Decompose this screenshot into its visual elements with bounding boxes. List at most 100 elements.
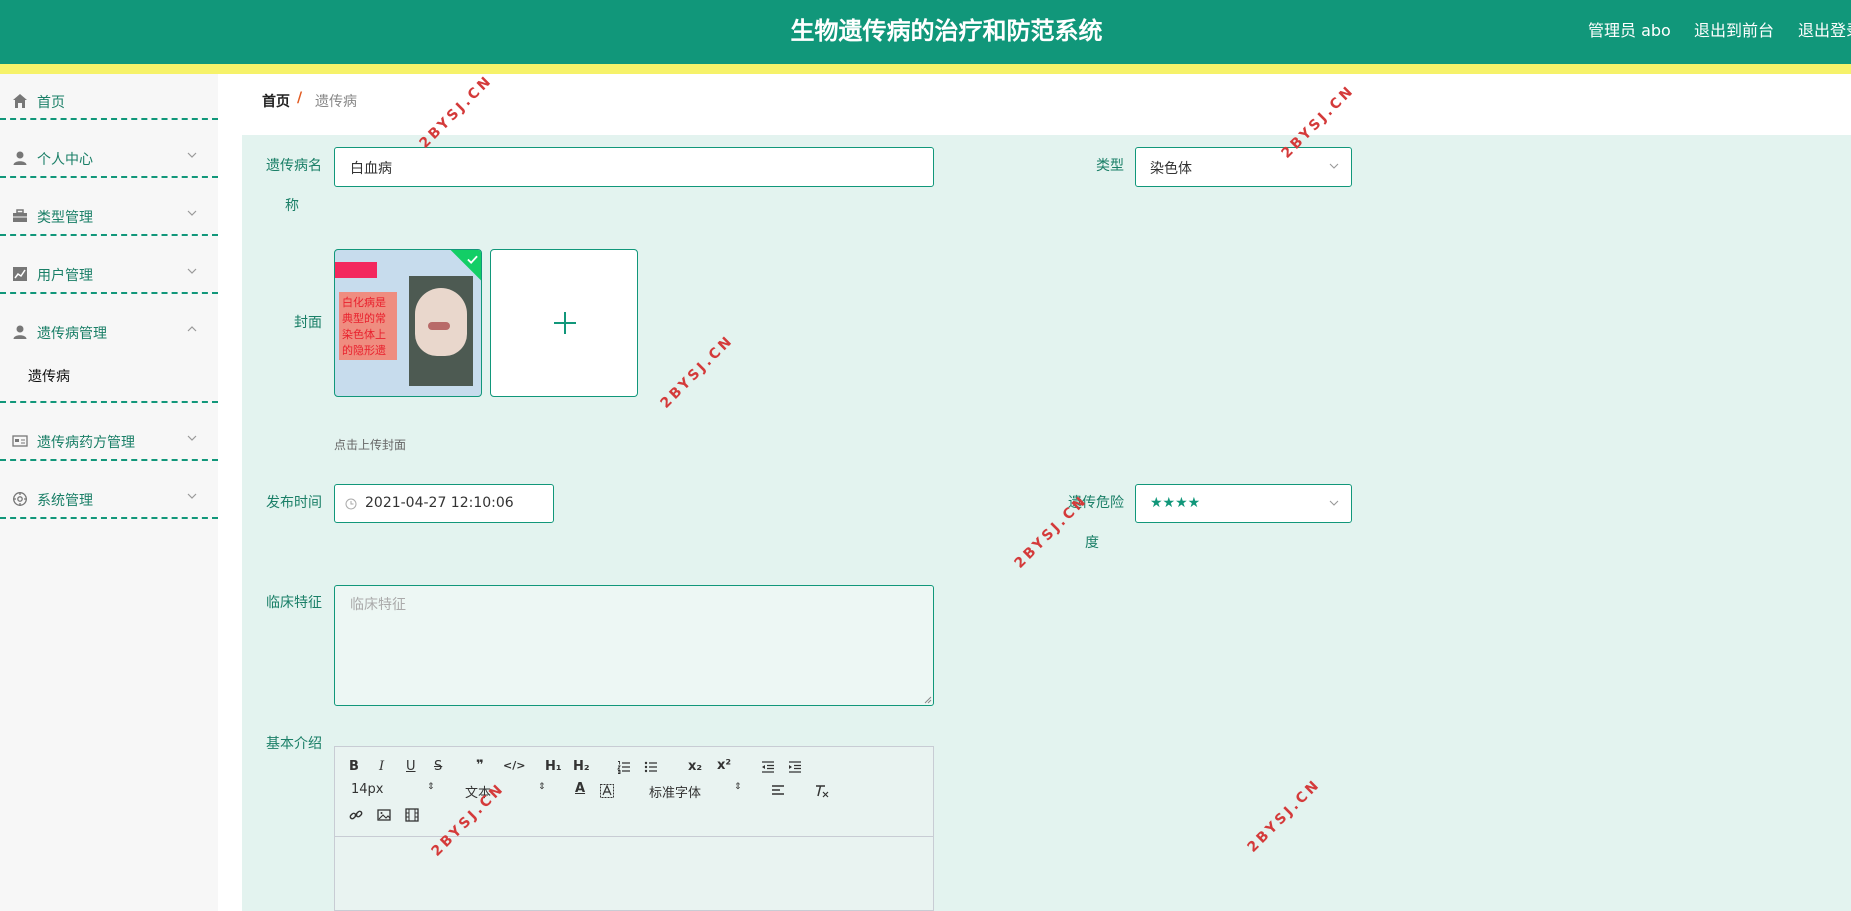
sidebar-item-disease-management[interactable]: 遗传病管理 [0, 311, 218, 355]
sidebar-item-label: 遗传病管理 [37, 326, 107, 342]
sidebar-item-system-management[interactable]: 系统管理 [0, 478, 218, 522]
settings-icon [13, 492, 27, 506]
danger-level-value: ★★★★ [1150, 495, 1201, 511]
intro-label: 基本介绍 [266, 736, 322, 752]
clock-icon [345, 498, 357, 510]
editor-toolbar: B I U S ❞ </> H₁ H₂ x₂ x² 14px ⇕ 文本 ⇕ A … [335, 747, 933, 837]
align-left-icon[interactable] [771, 784, 785, 798]
chevron-down-icon [187, 210, 197, 216]
heading-1-button[interactable]: H₁ [545, 759, 562, 774]
card-icon [12, 435, 28, 447]
sidebar-item-label: 用户管理 [37, 268, 93, 284]
font-size-dropdown-arrows: ⇕ [427, 782, 435, 792]
cover-photo [409, 276, 473, 386]
heading-2-button[interactable]: H₂ [573, 759, 590, 774]
sidebar-item-label: 首页 [37, 95, 65, 111]
admin-user-label[interactable]: 管理员 abo [1588, 0, 1671, 62]
type-value: 染色体 [1150, 161, 1192, 177]
italic-button[interactable]: I [379, 759, 384, 774]
strike-button[interactable]: S [434, 759, 442, 774]
paragraph-dropdown-arrows: ⇕ [538, 782, 546, 792]
breadcrumb-home[interactable]: 首页 [262, 91, 290, 111]
sidebar-item-user-management[interactable]: 用户管理 [0, 253, 218, 297]
font-family-dropdown-arrows: ⇕ [734, 782, 742, 792]
sidebar-divider [0, 517, 218, 519]
sidebar-divider [0, 176, 218, 178]
chevron-down-icon [1329, 500, 1339, 506]
cover-upload-hint: 点击上传封面 [334, 438, 407, 452]
sidebar-subitem-label: 遗传病 [28, 369, 70, 385]
sidebar-item-label: 系统管理 [37, 493, 93, 509]
clear-format-icon[interactable] [814, 784, 829, 798]
cover-red-banner [335, 262, 377, 278]
user-icon [13, 151, 27, 165]
briefcase-icon [13, 209, 27, 222]
disease-name-value: 白血病 [350, 161, 392, 177]
user-icon [13, 325, 27, 339]
indent-icon[interactable] [788, 760, 802, 774]
header-accent-stripe [0, 64, 1851, 74]
clinical-features-label: 临床特征 [266, 595, 322, 611]
outdent-icon[interactable] [761, 760, 775, 774]
publish-time-picker[interactable]: 2021-04-27 12:10:06 [334, 484, 554, 523]
chevron-down-icon [187, 152, 197, 158]
sidebar-item-type-management[interactable]: 类型管理 [0, 195, 218, 239]
subscript-button[interactable]: x₂ [688, 759, 702, 774]
sidebar-item-label: 遗传病药方管理 [37, 435, 135, 451]
sidebar-divider [0, 292, 218, 294]
clinical-features-textarea[interactable]: 临床特征 [334, 585, 934, 706]
link-icon[interactable] [349, 808, 363, 822]
disease-name-label: 遗传病名 [266, 158, 322, 174]
rich-text-editor[interactable]: B I U S ❞ </> H₁ H₂ x₂ x² 14px ⇕ 文本 ⇕ A … [334, 746, 934, 911]
sidebar-subitem-disease[interactable]: 遗传病 [0, 356, 218, 396]
app-title: 生物遗传病的治疗和防范系统 [790, 17, 1103, 45]
chevron-down-icon [187, 268, 197, 274]
danger-level-select[interactable]: ★★★★ [1135, 484, 1352, 523]
disease-name-input[interactable]: 白血病 [334, 147, 934, 187]
sidebar-item-prescription-management[interactable]: 遗传病药方管理 [0, 420, 218, 464]
underline-button[interactable]: U [406, 759, 416, 774]
blockquote-button[interactable]: ❞ [476, 758, 484, 773]
sidebar-item-personal-center[interactable]: 个人中心 [0, 137, 218, 181]
clinical-features-placeholder: 临床特征 [350, 597, 406, 613]
font-family-select[interactable]: 标准字体 [649, 782, 701, 801]
image-icon[interactable] [377, 808, 391, 822]
font-color-icon[interactable]: A [575, 781, 585, 796]
sidebar-divider [0, 459, 218, 461]
chevron-down-icon [1329, 163, 1339, 169]
logout-link[interactable]: 退出登录 [1798, 0, 1851, 62]
breadcrumb-current: 遗传病 [315, 94, 357, 110]
font-size-select[interactable]: 14px [351, 782, 384, 797]
chevron-down-icon [187, 435, 197, 441]
bullet-list-icon[interactable] [644, 760, 658, 774]
sidebar-item-label: 个人中心 [37, 152, 93, 168]
cover-label: 封面 [294, 315, 322, 331]
cover-thumbnail[interactable]: 白化病是典型的常染色体上的隐形遗传病 [334, 249, 482, 397]
video-icon[interactable] [405, 808, 419, 822]
publish-time-value: 2021-04-27 12:10:06 [365, 495, 514, 511]
chevron-up-icon [187, 326, 197, 332]
bold-button[interactable]: B [349, 759, 359, 774]
publish-time-label: 发布时间 [266, 495, 322, 511]
disease-name-label-wrap: 称 [285, 198, 299, 214]
superscript-button[interactable]: x² [717, 758, 731, 773]
resize-handle-icon[interactable] [924, 696, 932, 704]
background-color-icon[interactable] [600, 784, 614, 798]
sidebar-divider [0, 118, 218, 120]
cover-upload-button[interactable] [490, 249, 638, 397]
breadcrumb-separator: / [297, 90, 303, 106]
ordered-list-icon[interactable] [617, 760, 631, 774]
danger-level-label-wrap: 度 [1085, 535, 1099, 551]
plus-icon [554, 312, 576, 334]
sidebar-divider [0, 401, 218, 403]
exit-to-frontend-link[interactable]: 退出到前台 [1694, 0, 1774, 62]
home-icon [13, 94, 27, 108]
type-select[interactable]: 染色体 [1135, 147, 1352, 187]
chart-icon [13, 267, 27, 281]
type-label: 类型 [1096, 158, 1124, 174]
cover-caption: 白化病是典型的常染色体上的隐形遗传病 [339, 292, 397, 360]
code-block-button[interactable]: </> [503, 759, 525, 772]
check-icon [467, 255, 478, 265]
sidebar-item-label: 类型管理 [37, 210, 93, 226]
sidebar-divider [0, 234, 218, 236]
